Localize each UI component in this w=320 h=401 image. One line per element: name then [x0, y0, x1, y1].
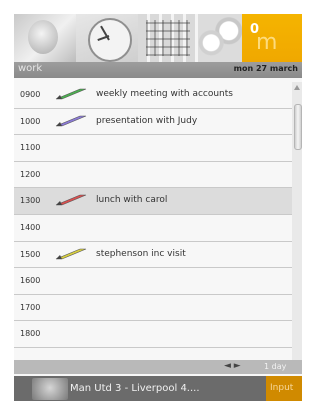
scrollbar[interactable] [292, 82, 302, 360]
event-label: weekly meeting with accounts [96, 89, 233, 99]
schedule-list: 0900 weekly meeting with accounts 1000 pres… [14, 82, 292, 348]
event-label: stephenson inc visit [96, 248, 186, 259]
calendar-title: work [18, 63, 43, 74]
scroll-thumb[interactable] [294, 104, 302, 150]
bubbles-icon[interactable] [198, 14, 242, 62]
purple-pencil-icon [55, 115, 87, 126]
range-label[interactable]: 1 day [264, 362, 286, 371]
time-slot-label: 1200 [20, 169, 41, 179]
ticker-thumbnail [32, 378, 68, 400]
time-slot-label: 1500 [20, 249, 41, 259]
schedule-row[interactable]: 1300 lunch with carol [14, 188, 292, 215]
footer-bar: ◄ ► 1 day [14, 360, 302, 374]
time-slot-label: 1600 [20, 276, 41, 286]
input-tab-label: Input [270, 383, 294, 393]
schedule-row[interactable]: 1000 presentation with Judy [14, 109, 292, 136]
baby-photo-icon[interactable] [14, 14, 76, 62]
clock-icon[interactable] [76, 14, 138, 62]
time-slot-label: 1700 [20, 302, 41, 312]
calendar-app: 0 m work mon 27 march 0900 weekly meeting… [14, 14, 302, 401]
active-tab[interactable]: 0 m [242, 14, 302, 62]
green-pencil-icon [55, 88, 87, 100]
schedule-row[interactable]: 1100 [14, 135, 292, 162]
day-header: work mon 27 march [14, 62, 302, 78]
active-tab-icon: m [256, 30, 278, 55]
ticker-text: Man Utd 3 - Liverpool 4.... [70, 383, 200, 394]
news-ticker[interactable]: Man Utd 3 - Liverpool 4.... Input [14, 376, 302, 401]
photo-tab-strip: 0 m [14, 14, 302, 62]
calendar-photo-icon[interactable] [138, 14, 198, 62]
event-label: lunch with carol [96, 195, 168, 206]
time-slot-label: 1100 [20, 143, 41, 153]
red-pencil-icon [55, 195, 87, 206]
day-nav-arrows-icon[interactable]: ◄ ► [224, 361, 241, 371]
schedule-row[interactable]: 1600 [14, 268, 292, 295]
current-date: mon 27 march [233, 64, 298, 73]
time-slot-label: 1300 [20, 196, 41, 206]
time-slot-label: 1800 [20, 329, 41, 339]
input-tab[interactable]: Input [266, 376, 302, 401]
schedule-row[interactable]: 0900 weekly meeting with accounts [14, 82, 292, 109]
schedule-row[interactable]: 1800 [14, 321, 292, 348]
schedule-row[interactable]: 1700 [14, 295, 292, 322]
event-label: presentation with Judy [96, 115, 198, 126]
time-slot-label: 0900 [20, 90, 41, 99]
time-slot-label: 1000 [20, 116, 41, 126]
schedule-row[interactable]: 1200 [14, 162, 292, 189]
schedule-row[interactable]: 1500 stephenson inc visit [14, 242, 292, 269]
time-slot-label: 1400 [20, 222, 41, 232]
schedule-row[interactable]: 1400 [14, 215, 292, 242]
scroll-up-icon[interactable] [293, 84, 301, 92]
yellow-pencil-icon [55, 248, 87, 259]
